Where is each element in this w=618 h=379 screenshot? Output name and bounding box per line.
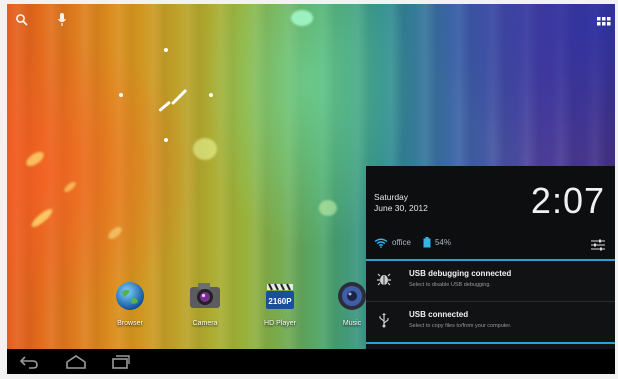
wallpaper-bokeh	[291, 10, 313, 26]
notification-title: USB debugging connected	[409, 269, 512, 278]
app-label: Camera	[192, 320, 218, 327]
app-label: HD Player	[264, 320, 296, 327]
app-browser[interactable]: Browser	[107, 280, 153, 327]
hd-player-badge: 2160P	[268, 297, 292, 306]
back-icon[interactable]	[19, 355, 39, 374]
settings-icon[interactable]	[591, 238, 605, 256]
battery-icon	[423, 237, 431, 248]
search-icon[interactable]	[15, 13, 29, 32]
wallpaper-bokeh	[106, 224, 124, 242]
time-display: 2:07	[530, 180, 605, 221]
camera-icon	[190, 283, 220, 308]
date-block: Saturday June 30, 2012	[374, 192, 428, 214]
notification-header: Saturday June 30, 2012 2:07 office 54%	[366, 166, 615, 261]
hd-player-icon: 2160P	[266, 283, 294, 309]
home-screen: Browser Camera 2160P HD Player Music Sat…	[7, 4, 615, 374]
wallpaper-bokeh	[62, 180, 78, 194]
clock-tick	[119, 93, 123, 97]
navigation-bar	[7, 349, 615, 374]
wifi-name: office	[392, 238, 411, 247]
analog-clock-widget[interactable]	[119, 48, 229, 158]
wallpaper-bokeh	[319, 200, 337, 216]
wallpaper-bokeh	[29, 206, 55, 230]
clock-minute-hand	[158, 100, 171, 112]
apps-grid-icon[interactable]	[597, 16, 611, 34]
usb-icon	[379, 313, 389, 328]
clock-hour-hand	[171, 88, 188, 106]
wifi-icon	[374, 238, 388, 248]
clock-tick	[209, 93, 213, 97]
notification-subtitle: Select to disable USB debugging.	[409, 282, 491, 288]
notification-usb-debugging[interactable]: USB debugging connected Select to disabl…	[366, 261, 615, 302]
day-label: Saturday	[374, 192, 409, 202]
clock-tick	[164, 48, 168, 52]
notification-panel[interactable]: Saturday June 30, 2012 2:07 office 54% U…	[366, 166, 615, 349]
globe-icon	[116, 282, 144, 310]
home-icon[interactable]	[65, 355, 87, 374]
app-hd-player[interactable]: 2160P HD Player	[257, 280, 303, 327]
notification-title: USB connected	[409, 310, 469, 319]
recents-icon[interactable]	[111, 354, 131, 374]
clock-tick	[164, 138, 168, 142]
music-speaker-icon	[338, 282, 366, 310]
app-label: Browser	[117, 320, 143, 327]
date-label: June 30, 2012	[374, 203, 428, 213]
notification-subtitle: Select to copy files to/from your comput…	[409, 323, 512, 329]
app-camera[interactable]: Camera	[182, 280, 228, 327]
status-row: office 54%	[374, 237, 451, 248]
battery-percent: 54%	[434, 238, 451, 247]
usb-debug-icon	[377, 273, 391, 286]
mic-icon[interactable]	[57, 12, 67, 33]
wallpaper-bokeh	[23, 149, 47, 169]
notification-usb-connected[interactable]: USB connected Select to copy files to/fr…	[366, 302, 615, 344]
